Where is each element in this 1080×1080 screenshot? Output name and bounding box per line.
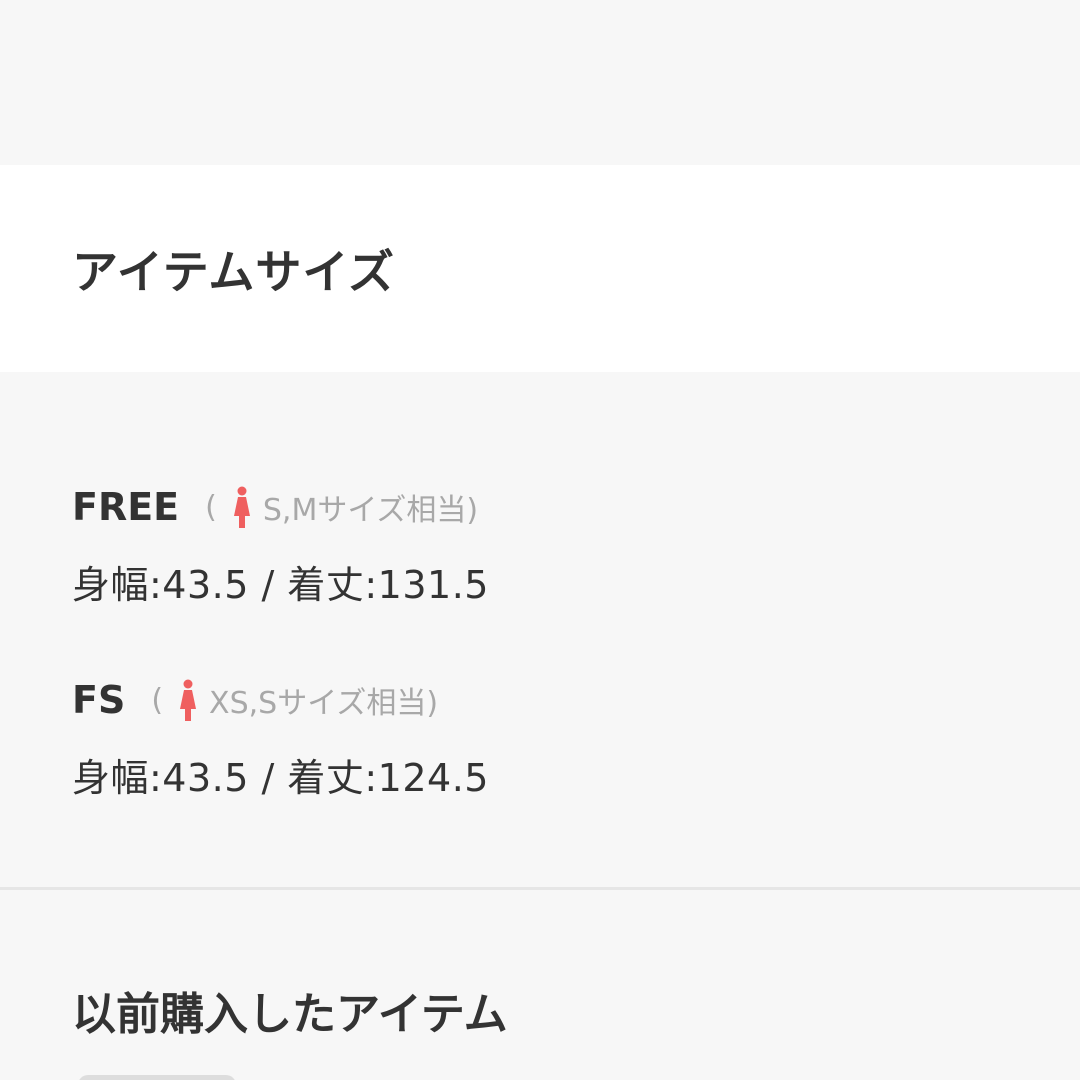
top-spacer xyxy=(0,0,1080,165)
size-measurements: 身幅:43.5 / 着丈:124.5 xyxy=(72,756,489,800)
female-person-icon xyxy=(177,679,199,721)
item-size-header: アイテムサイズ xyxy=(0,165,1080,372)
item-thumbnail[interactable] xyxy=(78,1075,236,1080)
size-name: FREE xyxy=(72,485,180,529)
size-measurements: 身幅:43.5 / 着丈:131.5 xyxy=(72,563,489,607)
previous-purchases-title: 以前購入したアイテム xyxy=(72,989,508,1040)
size-list: FREE ( S,Mサイズ相当) 身幅:43.5 / 着丈:131.5 FS ( xyxy=(0,372,1080,887)
paren-open: ( xyxy=(205,489,217,525)
item-size-title: アイテムサイズ xyxy=(72,244,396,299)
size-entry-fs: FS ( XS,Sサイズ相当) 身幅:43.5 / 着丈:124.5 xyxy=(72,675,489,802)
size-head: FS ( XS,Sサイズ相当) xyxy=(72,675,489,725)
female-person-icon xyxy=(231,486,253,528)
previous-purchases-section: 以前購入したアイテム xyxy=(0,890,1080,1080)
size-equivalent: ( S,Mサイズ相当) xyxy=(205,485,478,529)
size-head: FREE ( S,Mサイズ相当) xyxy=(72,482,489,532)
size-entry-free: FREE ( S,Mサイズ相当) 身幅:43.5 / 着丈:131.5 xyxy=(72,482,489,609)
size-equivalent-text: XS,Sサイズ相当) xyxy=(209,686,439,721)
size-equivalent: ( XS,Sサイズ相当) xyxy=(151,678,438,722)
size-equivalent-text: S,Mサイズ相当) xyxy=(262,493,479,528)
paren-open: ( xyxy=(151,682,164,718)
size-name: FS xyxy=(72,678,126,722)
